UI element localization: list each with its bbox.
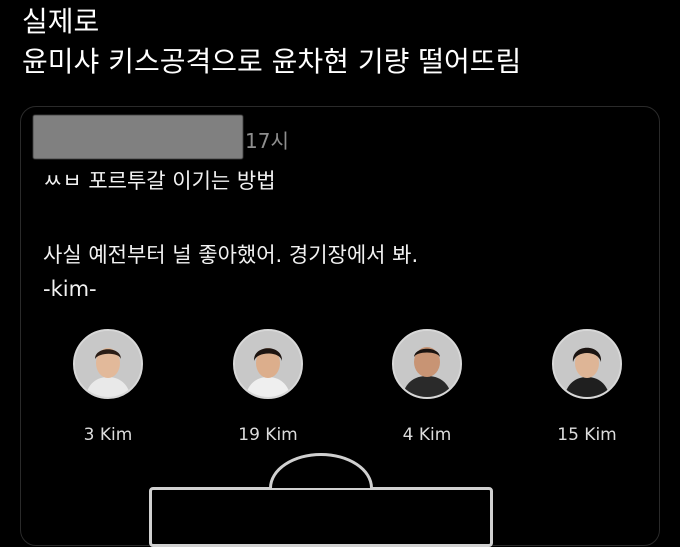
- player-avatar: [233, 329, 303, 399]
- post-body-line: 사실 예전부터 널 좋아했어. 경기장에서 봐.: [43, 243, 419, 267]
- player-label: 15 Kim: [557, 425, 617, 445]
- embedded-post-card[interactable]: 17시 ㅆㅂ 포르투갈 이기는 방법 사실 예전부터 널 좋아했어. 경기장에서…: [20, 106, 660, 547]
- player-portrait-icon: [75, 331, 141, 397]
- player-label: 4 Kim: [402, 425, 452, 445]
- post-timestamp: 17시: [245, 129, 289, 153]
- player-card[interactable]: 15 Kim: [527, 329, 647, 445]
- player-card[interactable]: 19 Kim: [208, 329, 328, 445]
- player-label: 3 Kim: [83, 425, 133, 445]
- player-label: 19 Kim: [238, 425, 298, 445]
- player-portrait-icon: [394, 331, 460, 397]
- headline: 실제로 윤미샤 키스공격으로 윤차현 기량 떨어뜨림: [22, 2, 672, 82]
- player-portrait-icon: [235, 331, 301, 397]
- player-card[interactable]: 3 Kim: [48, 329, 168, 445]
- headline-line-2: 윤미샤 키스공격으로 윤차현 기량 떨어뜨림: [22, 45, 522, 78]
- player-avatar: [552, 329, 622, 399]
- player-avatar: [392, 329, 462, 399]
- player-avatar: [73, 329, 143, 399]
- post-title-line: ㅆㅂ 포르투갈 이기는 방법: [43, 169, 276, 193]
- headline-line-1: 실제로: [22, 5, 100, 38]
- player-card[interactable]: 4 Kim: [367, 329, 487, 445]
- post-signature: -kim-: [43, 277, 97, 301]
- redacted-author-block: [33, 115, 243, 159]
- player-portrait-icon: [554, 331, 620, 397]
- pitch-penalty-box: [149, 487, 493, 547]
